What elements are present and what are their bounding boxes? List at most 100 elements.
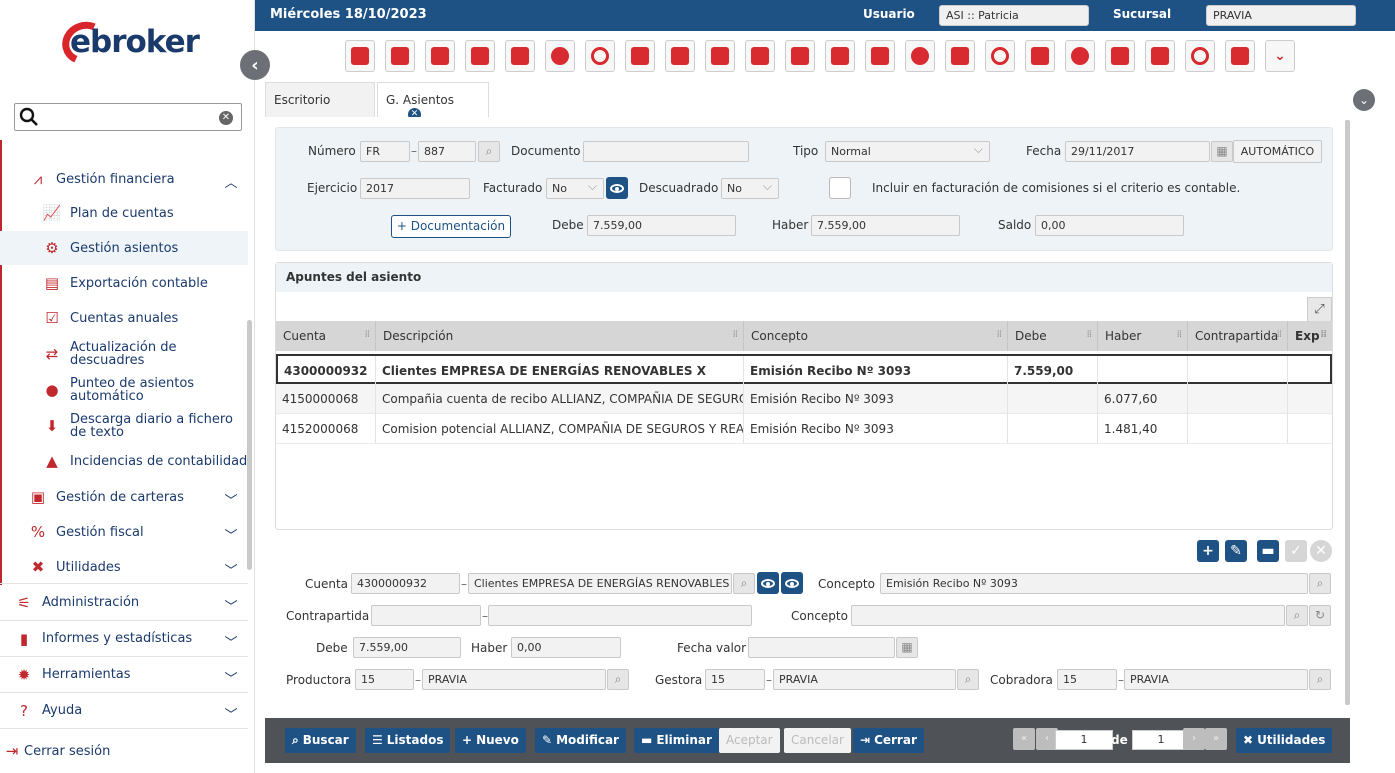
col-concepto[interactable]: Concepto ⁞⁞	[744, 321, 1008, 351]
main-scrollbar[interactable]	[1345, 120, 1350, 705]
toolbar-bag-button[interactable]	[705, 40, 735, 72]
tabs-menu-button[interactable]: ⌄	[1353, 89, 1375, 111]
nuevo-button[interactable]: + Nuevo	[455, 728, 526, 753]
toolbar-users-button[interactable]	[905, 40, 935, 72]
cuenta-view-button[interactable]	[757, 572, 779, 594]
productora-name-field[interactable]: PRAVIA	[422, 669, 606, 690]
toolbar-list-button[interactable]	[505, 40, 535, 72]
menu-punteo-asientos[interactable]: ● Punteo de asientos automático	[0, 374, 248, 406]
toolbar-briefcase-button[interactable]	[665, 40, 695, 72]
toolbar-user-question-button[interactable]	[385, 40, 415, 72]
cobradora-search-button[interactable]: ⌕	[1309, 669, 1331, 690]
toolbar-m-button[interactable]	[745, 40, 775, 72]
automatico-button[interactable]: AUTOMÁTICO	[1233, 140, 1322, 163]
collapse-sidebar-button[interactable]: ‹	[240, 50, 270, 80]
menu-gestion-financiera[interactable]: ⩘ Gestión financiera ︿	[0, 162, 248, 196]
sidebar-search-input[interactable]: ✕	[14, 103, 242, 131]
next-page-button[interactable]: ›	[1183, 728, 1205, 750]
detail-debe-field[interactable]: 7.559,00	[353, 637, 461, 658]
cuenta-view2-button[interactable]	[781, 572, 803, 594]
first-page-button[interactable]: «	[1013, 728, 1035, 750]
fecha-valor-field[interactable]	[748, 637, 895, 658]
toolbar-fire-button[interactable]	[545, 40, 575, 72]
facturado-view-button[interactable]	[606, 177, 628, 199]
gestora-name-field[interactable]: PRAVIA	[773, 669, 956, 690]
col-debe[interactable]: Debe ⁞⁞	[1008, 321, 1098, 351]
numero-field[interactable]: 887	[418, 141, 476, 162]
cuenta-field[interactable]: 4300000932	[351, 573, 460, 594]
toolbar-building-button[interactable]	[825, 40, 855, 72]
concepto-search-button[interactable]: ⌕	[1309, 573, 1331, 594]
table-row[interactable]: 4300000932 Clientes EMPRESA DE ENERGÍAS …	[276, 354, 1332, 386]
menu-plan-cuentas[interactable]: 📈 Plan de cuentas	[0, 197, 248, 229]
menu-gestion-fiscal[interactable]: % Gestión fiscal ﹀	[0, 515, 248, 549]
tab-g-asientos[interactable]: G. Asientos✕	[377, 82, 489, 121]
toolbar-euro-button[interactable]	[1065, 40, 1095, 72]
contrapartida-field[interactable]	[371, 605, 481, 626]
menu-informes[interactable]: ▮ Informes y estadísticas ﹀	[0, 621, 248, 656]
documento-field[interactable]	[583, 141, 749, 162]
delete-apunte-button[interactable]: ▬	[1257, 540, 1279, 562]
col-haber[interactable]: Haber ⁞⁞	[1098, 321, 1188, 351]
gestora-search-button[interactable]: ⌕	[957, 669, 979, 690]
total-pages-field[interactable]: 1	[1132, 730, 1190, 750]
col-exp[interactable]: Exp ⁞⁞	[1288, 321, 1332, 351]
menu-gestion-asientos[interactable]: ⚙ Gestión asientos	[0, 231, 248, 265]
tab-escritorio[interactable]: Escritorio	[265, 82, 375, 117]
menu-herramientas[interactable]: ✹ Herramientas ﹀	[0, 657, 248, 692]
gestora-code-field[interactable]: 15	[705, 669, 765, 690]
aceptar-button[interactable]: Aceptar	[719, 728, 780, 753]
table-row[interactable]: 4150000068 Compañia cuenta de recibo ALL…	[276, 384, 1332, 414]
productora-code-field[interactable]: 15	[355, 669, 414, 690]
toolbar-g-button[interactable]	[1225, 40, 1255, 72]
toolbar-euro-down-button[interactable]	[1145, 40, 1175, 72]
utilidades-button[interactable]: ✖ Utilidades	[1236, 728, 1333, 753]
saldo-field[interactable]: 0,00	[1035, 215, 1184, 236]
page-input[interactable]: 1	[1055, 730, 1113, 750]
productora-search-button[interactable]: ⌕	[607, 669, 629, 690]
cerrar-button[interactable]: ⇥ Cerrar	[853, 728, 924, 753]
fecha-calendar-button[interactable]: ▦	[1211, 141, 1233, 162]
toolbar-money-button[interactable]	[625, 40, 655, 72]
toolbar-more-button[interactable]: ⌄	[1265, 40, 1295, 72]
sidebar-scrollbar[interactable]	[247, 320, 252, 570]
eliminar-button[interactable]: ▬ Eliminar	[634, 728, 719, 753]
menu-ayuda[interactable]: ? Ayuda ﹀	[0, 693, 248, 728]
col-descripcion[interactable]: Descripción ⁞⁞	[376, 321, 744, 351]
debe-total-field[interactable]: 7.559,00	[587, 215, 736, 236]
contrapartida-desc-field[interactable]	[488, 605, 752, 626]
buscar-button[interactable]: ⌕ Buscar	[285, 728, 356, 753]
menu-administracion[interactable]: ⚟ Administración ﹀	[0, 585, 248, 620]
cobradora-code-field[interactable]: 15	[1057, 669, 1117, 690]
menu-incidencias[interactable]: ▲ Incidencias de contabilidad	[0, 445, 248, 477]
toolbar-document-button[interactable]	[465, 40, 495, 72]
toolbar-cube-button[interactable]	[345, 40, 375, 72]
toolbar-eye-button[interactable]	[1185, 40, 1215, 72]
concepto-field[interactable]: Emisión Recibo Nº 3093	[880, 573, 1308, 594]
concepto2-search-button[interactable]: ⌕	[1286, 605, 1308, 626]
menu-descarga-diario[interactable]: ⬇ Descarga diario a fichero de texto	[0, 410, 248, 442]
logout-link[interactable]: ⇥ Cerrar sesión	[0, 738, 248, 764]
detail-haber-field[interactable]: 0,00	[511, 637, 621, 658]
ejercicio-field[interactable]: 2017	[360, 178, 470, 199]
cobradora-name-field[interactable]: PRAVIA	[1124, 669, 1308, 690]
cancelar-button[interactable]: Cancelar	[784, 728, 851, 753]
user-field[interactable]: ASI :: Patricia	[939, 5, 1089, 26]
menu-exportacion-contable[interactable]: ▤ Exportación contable	[0, 267, 248, 299]
numero-search-button[interactable]: ⌕	[478, 141, 500, 162]
add-apunte-button[interactable]: +	[1197, 540, 1219, 562]
listados-button[interactable]: ☰ Listados	[365, 728, 451, 753]
concepto2-field[interactable]	[851, 605, 1285, 626]
modificar-button[interactable]: ✎ Modificar	[535, 728, 626, 753]
tipo-select[interactable]: Normal	[825, 141, 990, 162]
cuenta-desc-field[interactable]: Clientes EMPRESA DE ENERGÍAS RENOVABLES	[468, 573, 732, 594]
menu-utilidades[interactable]: ✖ Utilidades ﹀	[0, 550, 248, 584]
haber-total-field[interactable]: 7.559,00	[811, 215, 960, 236]
numero-serie-field[interactable]: FR	[360, 141, 410, 162]
concepto2-refresh-button[interactable]: ↻	[1309, 605, 1331, 626]
menu-gestion-carteras[interactable]: ▣ Gestión de carteras ﹀	[0, 480, 248, 514]
last-page-button[interactable]: »	[1205, 728, 1227, 750]
documentacion-button[interactable]: + Documentación	[391, 215, 511, 238]
facturado-select[interactable]: No	[546, 178, 604, 199]
menu-actualizacion-descuadres[interactable]: ⇄ Actualización de descuadres	[0, 338, 248, 370]
